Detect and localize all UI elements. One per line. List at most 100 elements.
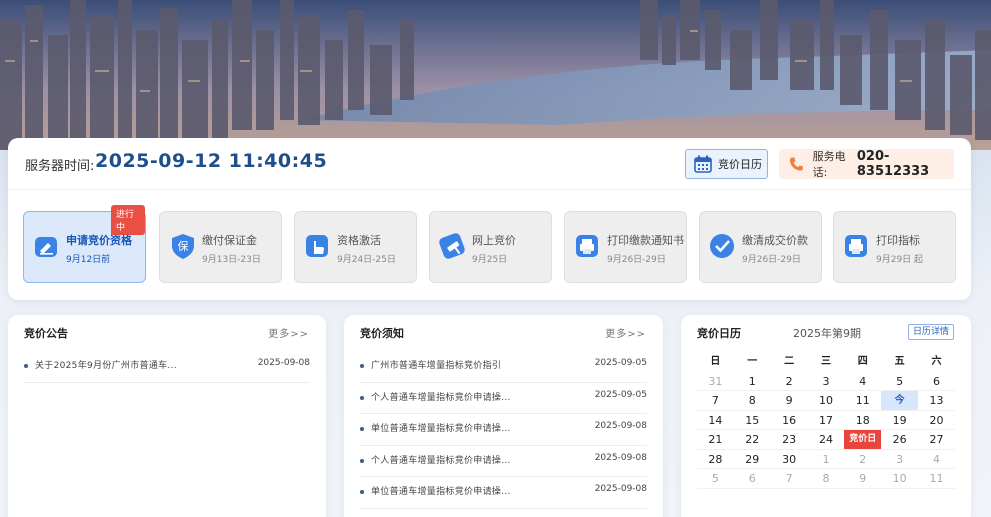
calendar-day[interactable]: 24 <box>808 430 845 449</box>
bid-calendar-button[interactable]: 竞价日历 <box>685 149 768 179</box>
calendar-day[interactable]: 13 <box>918 391 955 410</box>
item-title: 个人普通车增量指标竞价申请操... <box>371 392 511 403</box>
step-date: 9月26日-29日 <box>607 255 666 265</box>
calendar-day[interactable]: 29 <box>734 450 771 469</box>
panel-title: 竞价日历 <box>697 327 741 340</box>
panel-title: 竞价公告 <box>24 327 68 340</box>
calendar-day[interactable]: 6 <box>734 469 771 488</box>
step-title: 打印缴款通知书 <box>607 234 684 247</box>
svg-text:保: 保 <box>178 239 189 253</box>
calendar-day[interactable]: 20 <box>918 411 955 430</box>
phone-icon <box>789 157 803 171</box>
weekday-label: 五 <box>894 356 905 367</box>
calendar-day[interactable]: 2 <box>844 450 881 469</box>
calendar-week: 21 22 23 24 竞价日 26 27 <box>697 430 955 450</box>
item-title: 单位普通车增量指标竞价申请操... <box>371 487 511 497</box>
in-progress-badge: 进行中 <box>111 205 145 235</box>
step-title: 打印指标 <box>876 234 920 247</box>
calendar-day[interactable]: 8 <box>808 469 845 488</box>
calendar-day[interactable]: 9 <box>771 391 808 410</box>
apply-icon <box>35 237 57 257</box>
weekday-label: 三 <box>820 356 831 367</box>
item-date: 2025-09-05 <box>594 389 647 400</box>
calendar-day[interactable]: 11 <box>844 391 881 410</box>
step-print-quota[interactable]: 打印指标 9月29日 起 <box>833 211 956 283</box>
calendar-day[interactable]: 16 <box>771 411 808 430</box>
calendar-day[interactable]: 23 <box>771 430 808 449</box>
step-apply-qualification[interactable]: 进行中 申请竞价资格 9月12日前 <box>23 205 146 283</box>
bid-calendar-label: 竞价日历 <box>718 158 762 171</box>
step-title: 缴清成交价款 <box>742 234 808 247</box>
calendar-day[interactable]: 14 <box>697 411 734 430</box>
calendar-day[interactable]: 10 <box>808 391 845 410</box>
list-item[interactable]: 个人普通车增量指标竞价申请操... 2025-09-05 <box>360 383 647 414</box>
calendar-day[interactable]: 9 <box>844 469 881 488</box>
calendar-day[interactable]: 17 <box>808 411 845 430</box>
more-link[interactable]: 更多>> <box>268 325 309 340</box>
calendar-day[interactable]: 19 <box>881 411 918 430</box>
server-time-label: 服务器时间: <box>25 159 95 174</box>
calendar-day[interactable]: 28 <box>697 450 734 469</box>
calendar-day[interactable]: 6 <box>918 372 955 391</box>
item-date: 2025-09-08 <box>594 452 647 463</box>
calendar-today[interactable]: 今 <box>881 391 919 410</box>
step-pay-deposit[interactable]: 保 缴付保证金 9月13日-23日 <box>159 211 282 283</box>
step-date: 9月13日-23日 <box>202 255 261 265</box>
calendar-bid-day[interactable]: 竞价日 <box>844 430 882 449</box>
list-item[interactable]: 广州市普通车增量指标竞价指引 2025-09-05 <box>360 351 647 383</box>
gavel-icon <box>439 233 465 259</box>
more-link[interactable]: 更多>> <box>605 325 646 340</box>
calendar-day[interactable]: 3 <box>808 372 845 391</box>
calendar-day[interactable]: 30 <box>771 450 808 469</box>
announcement-list: 关于2025年9月份广州市普通车... 2025-09-08 <box>24 351 310 383</box>
calendar-day[interactable]: 7 <box>771 469 808 488</box>
calendar-day[interactable]: 22 <box>734 430 771 449</box>
calendar-day[interactable]: 3 <box>881 450 918 469</box>
step-activate-qualification[interactable]: 资格激活 9月24日-25日 <box>294 211 417 283</box>
step-online-bidding[interactable]: 网上竞价 9月25日 <box>429 211 552 283</box>
list-item[interactable]: 单位普通车增量指标竞价申请操... 2025-09-08 <box>360 477 647 509</box>
list-item[interactable]: 单位普通车增量指标竞价申请操... 2025-09-08 <box>360 414 647 446</box>
calendar-day[interactable]: 2 <box>771 372 808 391</box>
shield-icon: 保 <box>172 234 194 259</box>
step-pay-transaction[interactable]: 缴清成交价款 9月26日-29日 <box>699 211 822 283</box>
weekday-label: 一 <box>747 356 758 367</box>
calendar-grid: 日 一 二 三 四 五 六 31 1 2 3 4 5 6 7 8 9 10 11… <box>697 352 955 489</box>
calendar-day[interactable]: 1 <box>808 450 845 469</box>
calendar-day[interactable]: 5 <box>881 372 918 391</box>
printer-icon <box>845 235 867 257</box>
server-time-value: 2025-09-12 11:40:45 <box>95 150 328 172</box>
item-title: 单位普通车增量指标竞价申请操... <box>371 424 511 434</box>
item-date: 2025-09-08 <box>594 421 647 431</box>
step-title: 网上竞价 <box>472 234 516 247</box>
list-item[interactable]: 关于2025年9月份广州市普通车... 2025-09-08 <box>24 351 310 383</box>
item-title: 关于2025年9月份广州市普通车... <box>35 361 177 371</box>
list-item[interactable]: 个人普通车增量指标竞价申请操... 2025-09-08 <box>360 446 647 477</box>
calendar-day[interactable]: 5 <box>697 469 734 488</box>
calendar-week: 14 15 16 17 18 19 20 <box>697 411 955 430</box>
calendar-day[interactable]: 10 <box>881 469 918 488</box>
step-print-payment-notice[interactable]: 打印缴款通知书 9月26日-29日 <box>564 211 687 283</box>
calendar-day[interactable]: 31 <box>697 372 734 391</box>
process-steps: 进行中 申请竞价资格 9月12日前 保 缴付保证金 9月13日-23日 资格激活… <box>23 205 958 283</box>
calendar-day[interactable]: 7 <box>697 391 734 410</box>
calendar-day[interactable]: 4 <box>918 450 955 469</box>
calendar-day[interactable]: 4 <box>844 372 881 391</box>
item-date: 2025-09-08 <box>594 484 647 494</box>
calendar-day[interactable]: 18 <box>844 411 881 430</box>
calendar-period: 2025年第9期 <box>793 327 861 340</box>
calendar-detail-button[interactable]: 日历详情 <box>907 324 954 340</box>
step-title: 资格激活 <box>337 234 381 247</box>
calendar-day[interactable]: 15 <box>734 411 771 430</box>
bullet-icon <box>360 395 364 400</box>
calendar-day[interactable]: 11 <box>918 469 955 488</box>
calendar-day[interactable]: 27 <box>918 430 955 449</box>
calendar-day[interactable]: 26 <box>881 430 918 449</box>
step-title: 申请竞价资格 <box>66 234 132 247</box>
check-circle-icon <box>710 234 734 258</box>
calendar-day[interactable]: 21 <box>697 430 734 449</box>
hand-pointer-icon <box>306 235 328 257</box>
calendar-day[interactable]: 8 <box>734 391 771 410</box>
item-title: 广州市普通车增量指标竞价指引 <box>371 361 502 371</box>
calendar-day[interactable]: 1 <box>734 372 771 391</box>
